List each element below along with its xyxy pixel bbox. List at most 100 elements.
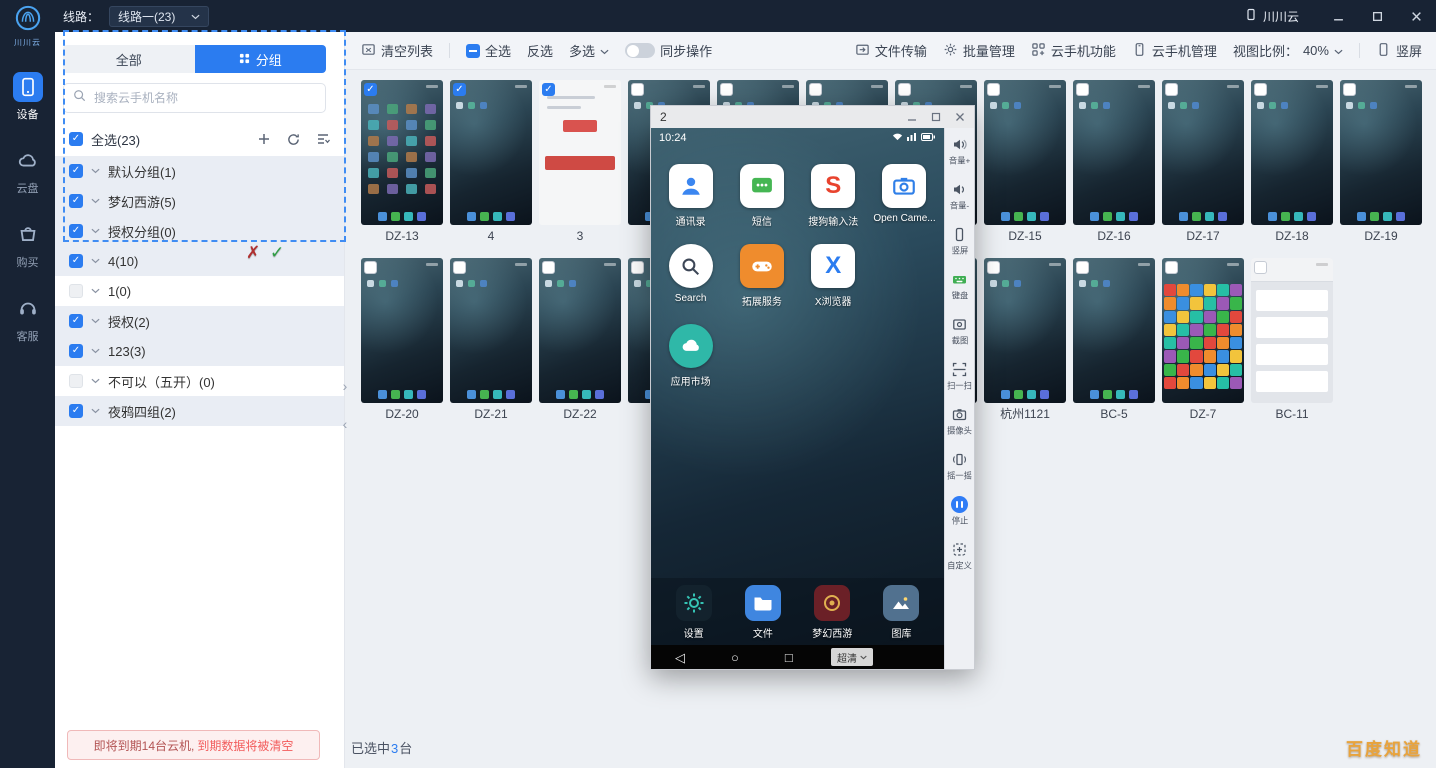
phone-features-button[interactable]: 云手机功能 <box>1031 41 1116 60</box>
phone-thumbnail[interactable] <box>1251 80 1333 225</box>
phone-thumbnail[interactable] <box>1073 258 1155 403</box>
quality-selector[interactable]: 超清 <box>831 648 873 666</box>
phone-thumbnail[interactable] <box>361 258 443 403</box>
group-checkbox[interactable] <box>69 224 83 238</box>
group-checkbox[interactable] <box>69 254 83 268</box>
clear-list-button[interactable]: 清空列表 <box>361 41 433 60</box>
view-ratio-select[interactable]: 视图比例： 40% <box>1233 41 1343 60</box>
back-button[interactable]: ◁ <box>675 651 685 664</box>
phone-card[interactable]: DZ-16 <box>1073 80 1155 247</box>
app-x-browser[interactable]: X X浏览器 <box>798 244 869 308</box>
group-row[interactable]: 不可以（五开）(0) <box>55 366 344 396</box>
dock-app-gallery[interactable]: 图库 <box>867 585 936 640</box>
phone-checkbox[interactable] <box>1076 83 1089 96</box>
group-checkbox[interactable] <box>69 314 83 328</box>
app-camera-app[interactable]: Open Came... <box>869 164 940 228</box>
phone-checkbox[interactable] <box>987 83 1000 96</box>
phone-checkbox[interactable] <box>453 83 466 96</box>
phone-card[interactable]: 3 <box>539 80 621 247</box>
phone-card[interactable]: DZ-19 <box>1340 80 1422 247</box>
group-checkbox[interactable] <box>69 404 83 418</box>
group-row[interactable]: 123(3) <box>55 336 344 366</box>
phone-screen[interactable]: 10:24 通讯录 短信 S 搜狗输入法 Open Came... Search… <box>651 128 944 669</box>
phone-card[interactable]: DZ-20 <box>361 258 443 425</box>
group-checkbox[interactable] <box>69 194 83 208</box>
rail-tool-screenshot[interactable]: 截图 <box>951 316 969 347</box>
phone-checkbox[interactable] <box>631 261 644 274</box>
rail-tool-keyboard[interactable]: 键盘 <box>951 271 969 302</box>
phone-thumbnail[interactable] <box>1162 258 1244 403</box>
phone-thumbnail[interactable] <box>1073 80 1155 225</box>
multi-select-button[interactable]: 多选 <box>569 41 609 60</box>
phone-card[interactable]: DZ-18 <box>1251 80 1333 247</box>
rail-tool-scan[interactable]: 扫一扫 <box>946 361 973 392</box>
sidebar-item-purchase[interactable]: 购买 <box>13 220 43 270</box>
group-checkbox[interactable] <box>69 344 83 358</box>
maximize-button[interactable] <box>1372 11 1383 22</box>
phone-checkbox[interactable] <box>542 261 555 274</box>
annotation-confirm-icon[interactable]: ✓ <box>270 244 284 261</box>
select-all-toolbar-checkbox[interactable] <box>466 44 480 58</box>
phone-thumbnail[interactable] <box>361 80 443 225</box>
modal-close-button[interactable] <box>955 112 965 122</box>
rail-tool-volume-down[interactable]: 音量- <box>949 181 970 212</box>
panel-collapse-arrow[interactable]: ‹ <box>338 412 352 436</box>
phone-card[interactable]: 杭州1121 <box>984 258 1066 425</box>
app-app-market[interactable]: 应用市场 <box>655 324 726 388</box>
recents-button[interactable]: □ <box>785 651 793 664</box>
batch-manage-button[interactable]: 批量管理 <box>943 41 1015 60</box>
annotation-cancel-icon[interactable]: ✗ <box>246 244 260 261</box>
phone-checkbox[interactable] <box>1343 83 1356 96</box>
app-search-app[interactable]: Search <box>655 244 726 308</box>
phone-thumbnail[interactable] <box>539 80 621 225</box>
rail-tool-volume-up[interactable]: 音量+ <box>948 136 971 167</box>
refresh-button[interactable] <box>287 133 300 146</box>
phone-checkbox[interactable] <box>987 261 1000 274</box>
phone-checkbox[interactable] <box>1076 261 1089 274</box>
rail-tool-stop[interactable]: 停止 <box>951 496 969 527</box>
group-row[interactable]: 夜鸦四组(2) <box>55 396 344 426</box>
phone-checkbox[interactable] <box>720 83 733 96</box>
dock-app-mhxy[interactable]: 梦幻西游 <box>798 585 867 640</box>
modal-minimize-button[interactable] <box>907 112 917 122</box>
file-transfer-button[interactable]: 文件传输 <box>855 41 927 60</box>
select-all-toolbar[interactable]: 全选 <box>466 41 511 60</box>
sidebar-item-devices[interactable]: 设备 <box>13 72 43 122</box>
phone-card[interactable]: DZ-13 <box>361 80 443 247</box>
invert-selection-button[interactable]: 反选 <box>527 41 553 60</box>
phone-checkbox[interactable] <box>364 83 377 96</box>
phone-card[interactable]: DZ-21 <box>450 258 532 425</box>
rail-tool-portrait[interactable]: 竖屏 <box>951 226 969 257</box>
phone-thumbnail[interactable] <box>1251 258 1333 403</box>
phone-thumbnail[interactable] <box>984 258 1066 403</box>
group-row[interactable]: 1(0) <box>55 276 344 306</box>
toggle-off[interactable] <box>625 43 655 58</box>
group-row[interactable]: 梦幻西游(5) <box>55 186 344 216</box>
group-checkbox[interactable] <box>69 374 83 388</box>
group-checkbox[interactable] <box>69 284 83 298</box>
phone-control-window[interactable]: 2 10:24 通讯录 短信 S 搜狗输入法 Open C <box>650 105 975 670</box>
close-button[interactable] <box>1411 11 1422 22</box>
phone-thumbnail[interactable] <box>539 258 621 403</box>
tab-group[interactable]: 分组 <box>195 45 327 73</box>
dock-app-settings[interactable]: 设置 <box>659 585 728 640</box>
phone-checkbox[interactable] <box>1165 261 1178 274</box>
phone-thumbnail[interactable] <box>1340 80 1422 225</box>
phone-thumbnail[interactable] <box>450 80 532 225</box>
select-all-checkbox[interactable] <box>69 132 83 146</box>
modal-maximize-button[interactable] <box>931 112 941 122</box>
phone-card[interactable]: BC-5 <box>1073 258 1155 425</box>
app-contacts[interactable]: 通讯录 <box>655 164 726 228</box>
phone-manage-button[interactable]: 云手机管理 <box>1132 41 1217 60</box>
minimize-button[interactable] <box>1333 11 1344 22</box>
phone-thumbnail[interactable] <box>450 258 532 403</box>
group-checkbox[interactable] <box>69 164 83 178</box>
phone-card[interactable]: BC-11 <box>1251 258 1333 425</box>
app-sms[interactable]: 短信 <box>726 164 797 228</box>
phone-card[interactable]: DZ-17 <box>1162 80 1244 247</box>
collapse-all-button[interactable] <box>316 132 330 146</box>
panel-expand-arrow[interactable]: › <box>338 374 352 398</box>
rail-tool-shake[interactable]: 摇一摇 <box>946 451 973 482</box>
app-sogou[interactable]: S 搜狗输入法 <box>798 164 869 228</box>
rail-tool-camera[interactable]: 摄像头 <box>946 406 973 437</box>
